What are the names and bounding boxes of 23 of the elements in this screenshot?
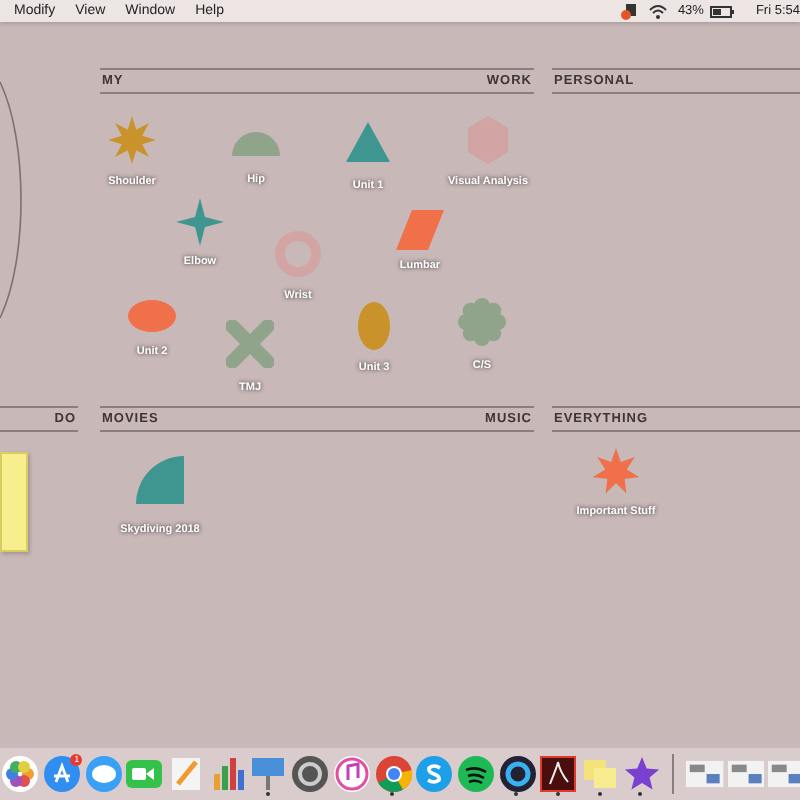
star-icon[interactable]: [623, 756, 660, 792]
window-thumbnail[interactable]: [686, 758, 724, 790]
podium-icon[interactable]: [250, 756, 287, 792]
speech-bubble-icon[interactable]: [85, 756, 122, 792]
bar-chart-icon[interactable]: [209, 756, 246, 792]
triangle-icon[interactable]: [344, 120, 392, 168]
document-icon[interactable]: [540, 756, 577, 792]
wave-icon[interactable]: [457, 756, 494, 792]
gear-icon[interactable]: [292, 756, 329, 792]
star-icon[interactable]: [108, 116, 156, 164]
video-camera-icon[interactable]: [126, 756, 163, 792]
parallelogram-icon[interactable]: [396, 206, 444, 254]
sparkle-icon[interactable]: [176, 198, 224, 246]
star-icon[interactable]: [592, 448, 640, 496]
status-icon[interactable]: [619, 3, 638, 19]
window-thumbnail[interactable]: [727, 758, 765, 790]
battery-icon[interactable]: [709, 5, 734, 17]
wifi-icon[interactable]: [647, 3, 668, 19]
pencil-icon[interactable]: [168, 756, 205, 792]
window-thumbnail[interactable]: [768, 758, 800, 790]
browser-icon[interactable]: [375, 756, 412, 792]
flower-icon[interactable]: [2, 756, 39, 792]
app-icon[interactable]: [499, 756, 536, 792]
